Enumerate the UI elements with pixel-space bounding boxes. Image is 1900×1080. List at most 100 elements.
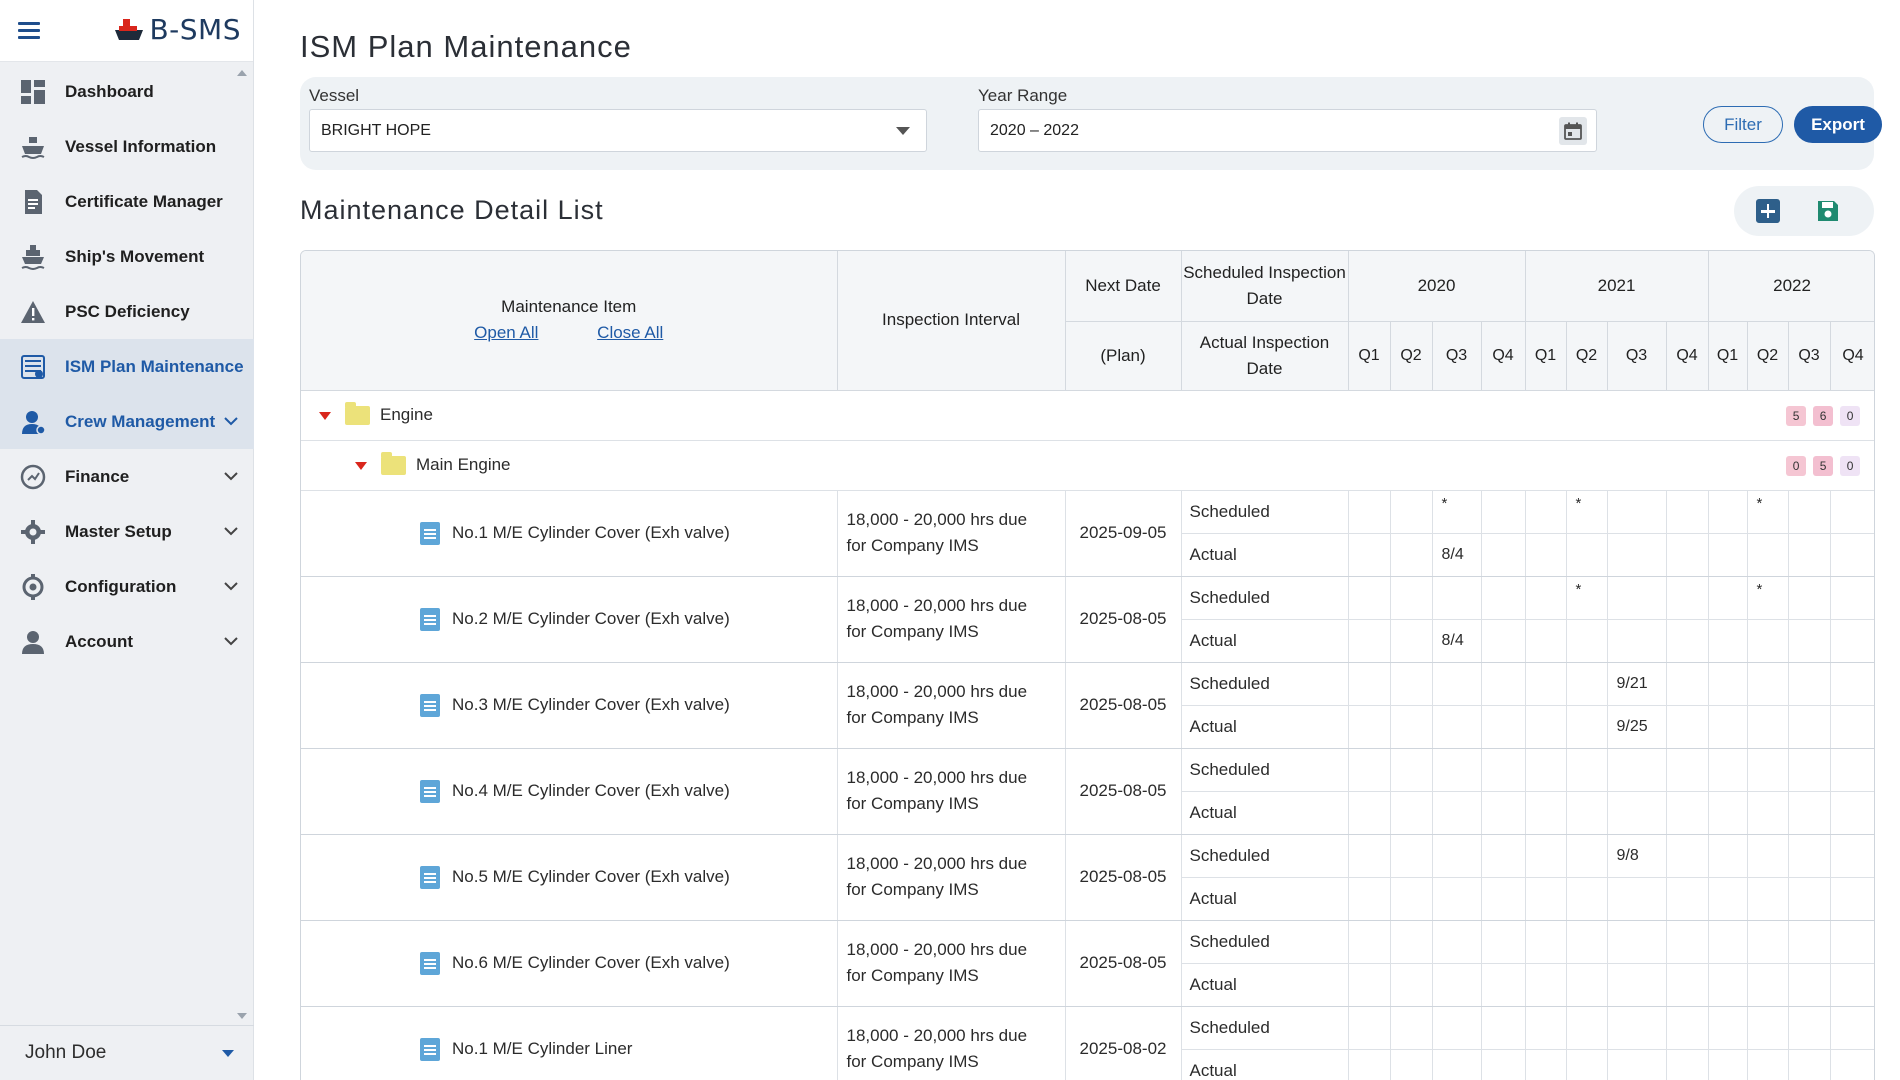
table-row[interactable]: No.1 M/E Cylinder Liner 18,000 - 20,000 h…: [301, 1006, 1874, 1080]
scheduled-quarter-cell[interactable]: [1525, 748, 1567, 792]
actual-quarter-cell[interactable]: [1348, 1049, 1391, 1080]
maintenance-item-name[interactable]: No.1 M/E Cylinder Cover (Exh valve): [452, 522, 730, 541]
scheduled-quarter-cell[interactable]: [1666, 490, 1709, 534]
scheduled-quarter-cell[interactable]: [1432, 834, 1482, 878]
scheduled-quarter-cell[interactable]: [1525, 920, 1567, 964]
actual-quarter-cell[interactable]: [1390, 963, 1433, 1007]
scheduled-quarter-cell[interactable]: [1481, 920, 1526, 964]
filter-button[interactable]: Filter: [1703, 106, 1783, 143]
scheduled-quarter-cell[interactable]: [1607, 920, 1667, 964]
calendar-icon[interactable]: [1559, 117, 1587, 145]
scheduled-quarter-cell[interactable]: [1432, 662, 1482, 706]
scheduled-quarter-cell[interactable]: [1481, 748, 1526, 792]
maintenance-item-name[interactable]: No.2 M/E Cylinder Cover (Exh valve): [452, 608, 730, 627]
actual-quarter-cell[interactable]: [1348, 619, 1391, 663]
actual-quarter-cell[interactable]: [1607, 619, 1667, 663]
scheduled-quarter-cell[interactable]: [1390, 576, 1433, 620]
scheduled-quarter-cell[interactable]: [1788, 662, 1831, 706]
actual-quarter-cell[interactable]: [1481, 963, 1526, 1007]
scheduled-quarter-cell[interactable]: [1666, 748, 1709, 792]
scheduled-quarter-cell[interactable]: [1607, 490, 1667, 534]
actual-quarter-cell[interactable]: [1708, 533, 1748, 577]
scheduled-quarter-cell[interactable]: [1830, 1006, 1874, 1050]
scheduled-quarter-cell[interactable]: [1708, 834, 1748, 878]
scheduled-quarter-cell[interactable]: *: [1566, 576, 1608, 620]
actual-quarter-cell[interactable]: [1481, 705, 1526, 749]
actual-quarter-cell[interactable]: [1525, 533, 1567, 577]
sidebar-item-account[interactable]: Account: [0, 614, 254, 669]
actual-quarter-cell[interactable]: [1525, 791, 1567, 835]
scheduled-quarter-cell[interactable]: [1566, 662, 1608, 706]
actual-quarter-cell[interactable]: [1830, 791, 1874, 835]
actual-quarter-cell[interactable]: [1432, 877, 1482, 921]
scheduled-quarter-cell[interactable]: *: [1747, 490, 1789, 534]
actual-quarter-cell[interactable]: [1666, 533, 1709, 577]
scheduled-quarter-cell[interactable]: [1830, 920, 1874, 964]
actual-quarter-cell[interactable]: [1830, 619, 1874, 663]
actual-quarter-cell[interactable]: [1432, 791, 1482, 835]
scheduled-quarter-cell[interactable]: [1747, 834, 1789, 878]
year-range-input[interactable]: 2020 – 2022: [978, 109, 1597, 152]
actual-quarter-cell[interactable]: [1566, 533, 1608, 577]
scheduled-quarter-cell[interactable]: [1666, 920, 1709, 964]
scheduled-quarter-cell[interactable]: [1788, 1006, 1831, 1050]
scheduled-quarter-cell[interactable]: [1747, 662, 1789, 706]
scheduled-quarter-cell[interactable]: [1830, 748, 1874, 792]
user-menu[interactable]: John Doe: [0, 1025, 254, 1080]
scheduled-quarter-cell[interactable]: [1432, 748, 1482, 792]
scheduled-quarter-cell[interactable]: [1708, 920, 1748, 964]
actual-quarter-cell[interactable]: [1481, 877, 1526, 921]
scheduled-quarter-cell[interactable]: [1348, 662, 1391, 706]
actual-quarter-cell[interactable]: [1390, 877, 1433, 921]
add-icon[interactable]: [1756, 199, 1780, 223]
actual-quarter-cell[interactable]: [1788, 877, 1831, 921]
actual-quarter-cell[interactable]: [1525, 705, 1567, 749]
actual-quarter-cell[interactable]: [1566, 705, 1608, 749]
export-button[interactable]: Export: [1794, 106, 1882, 143]
scheduled-quarter-cell[interactable]: [1566, 748, 1608, 792]
actual-quarter-cell[interactable]: [1788, 619, 1831, 663]
actual-quarter-cell[interactable]: [1830, 705, 1874, 749]
actual-quarter-cell[interactable]: [1666, 619, 1709, 663]
table-row[interactable]: No.4 M/E Cylinder Cover (Exh valve) 18,00…: [301, 748, 1874, 835]
scheduled-quarter-cell[interactable]: [1525, 576, 1567, 620]
scheduled-quarter-cell[interactable]: [1708, 662, 1748, 706]
actual-quarter-cell[interactable]: [1348, 877, 1391, 921]
actual-quarter-cell[interactable]: [1708, 963, 1748, 1007]
scheduled-quarter-cell[interactable]: [1788, 920, 1831, 964]
scheduled-quarter-cell[interactable]: 9/8: [1607, 834, 1667, 878]
actual-quarter-cell[interactable]: [1390, 619, 1433, 663]
scheduled-quarter-cell[interactable]: [1525, 490, 1567, 534]
actual-quarter-cell[interactable]: [1390, 533, 1433, 577]
actual-quarter-cell[interactable]: [1747, 963, 1789, 1007]
save-icon[interactable]: [1816, 199, 1840, 223]
actual-quarter-cell[interactable]: [1481, 533, 1526, 577]
scheduled-quarter-cell[interactable]: [1481, 1006, 1526, 1050]
sidebar-item-master-setup[interactable]: Master Setup: [0, 504, 254, 559]
actual-quarter-cell[interactable]: [1747, 533, 1789, 577]
scheduled-quarter-cell[interactable]: [1348, 834, 1391, 878]
scheduled-quarter-cell[interactable]: [1390, 834, 1433, 878]
sidebar-item-ships-movement[interactable]: Ship's Movement: [0, 229, 254, 284]
actual-quarter-cell[interactable]: [1566, 619, 1608, 663]
actual-quarter-cell[interactable]: [1747, 1049, 1789, 1080]
sidebar-item-psc-deficiency[interactable]: PSC Deficiency: [0, 284, 254, 339]
actual-quarter-cell[interactable]: [1747, 705, 1789, 749]
actual-quarter-cell[interactable]: [1666, 877, 1709, 921]
actual-quarter-cell[interactable]: [1525, 877, 1567, 921]
scheduled-quarter-cell[interactable]: [1525, 1006, 1567, 1050]
group-row[interactable]: Main Engine 0 5 0: [301, 440, 1874, 491]
actual-quarter-cell[interactable]: [1708, 619, 1748, 663]
scheduled-quarter-cell[interactable]: [1708, 1006, 1748, 1050]
scheduled-quarter-cell[interactable]: *: [1747, 576, 1789, 620]
actual-quarter-cell[interactable]: [1432, 1049, 1482, 1080]
scheduled-quarter-cell[interactable]: [1432, 576, 1482, 620]
scheduled-quarter-cell[interactable]: [1708, 490, 1748, 534]
open-all-link[interactable]: Open All: [474, 323, 538, 342]
actual-quarter-cell[interactable]: [1788, 705, 1831, 749]
actual-quarter-cell[interactable]: [1566, 791, 1608, 835]
collapse-icon[interactable]: [355, 461, 367, 470]
actual-quarter-cell[interactable]: [1830, 877, 1874, 921]
scheduled-quarter-cell[interactable]: [1830, 662, 1874, 706]
scheduled-quarter-cell[interactable]: [1481, 490, 1526, 534]
